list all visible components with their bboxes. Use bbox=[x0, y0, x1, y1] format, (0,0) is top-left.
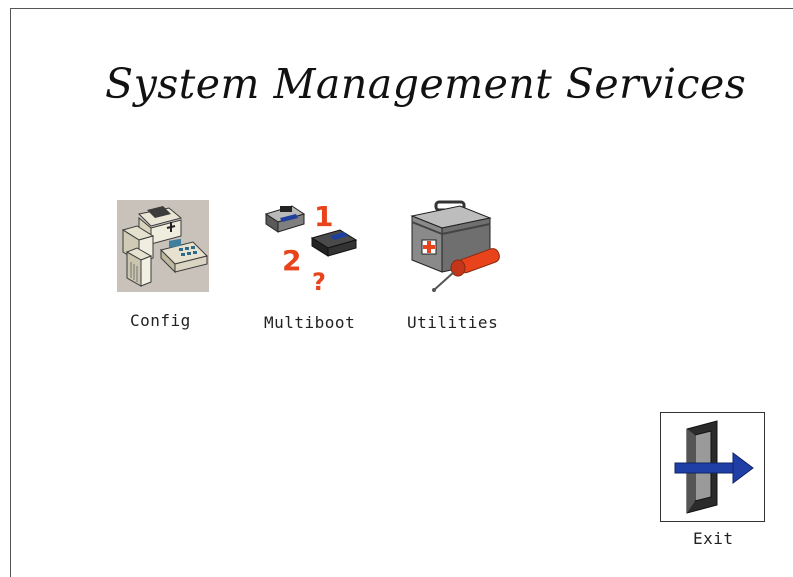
frame-left-border bbox=[10, 8, 11, 577]
config-icon bbox=[117, 200, 209, 292]
frame-top-border bbox=[10, 8, 793, 9]
sms-screen: System Management Services Config 1 2 ? … bbox=[0, 0, 793, 577]
exit-icon-frame bbox=[660, 412, 765, 522]
exit-door-icon bbox=[674, 420, 754, 514]
multiboot-icon: 1 2 ? bbox=[262, 196, 362, 296]
page-title: System Management Services bbox=[105, 60, 747, 108]
svg-text:1: 1 bbox=[314, 200, 333, 233]
svg-text:2: 2 bbox=[282, 244, 301, 277]
exit-button[interactable]: Exit bbox=[660, 412, 766, 552]
svg-text:?: ? bbox=[312, 268, 326, 296]
utilities-label: Utilities bbox=[407, 313, 499, 332]
exit-label: Exit bbox=[693, 529, 734, 548]
multiboot-label: Multiboot bbox=[264, 313, 356, 332]
config-menu-item[interactable]: Config bbox=[117, 200, 209, 335]
utilities-menu-item[interactable]: Utilities bbox=[406, 196, 511, 336]
config-label: Config bbox=[130, 311, 191, 330]
utilities-icon bbox=[406, 196, 506, 296]
multiboot-menu-item[interactable]: 1 2 ? Multiboot bbox=[262, 196, 367, 336]
